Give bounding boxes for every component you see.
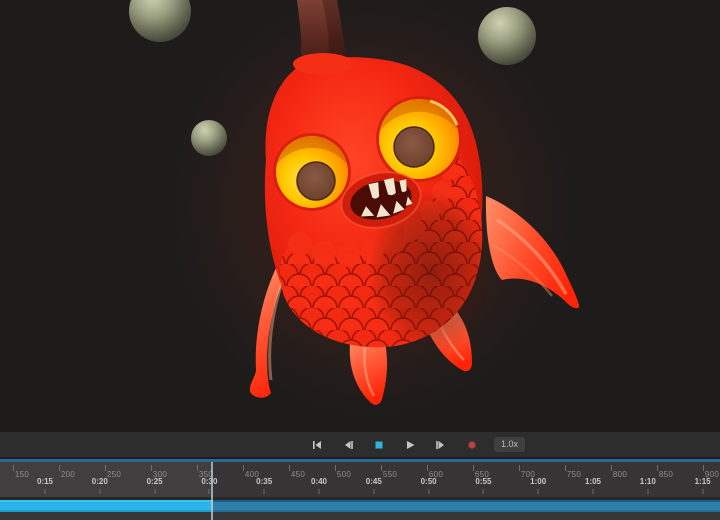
time-tick xyxy=(154,489,155,494)
frame-tick xyxy=(335,465,336,471)
frame-tick xyxy=(611,465,612,471)
skip-to-start-button[interactable] xyxy=(308,436,326,454)
time-label: 0:55 xyxy=(475,477,491,486)
frame-tick xyxy=(289,465,290,471)
time-label: 1:05 xyxy=(585,477,601,486)
bottom-strip xyxy=(0,512,720,520)
frame-tick xyxy=(565,465,566,471)
scene-art xyxy=(0,0,720,432)
time-label: 1:15 xyxy=(695,477,711,486)
time-label: 0:50 xyxy=(421,477,437,486)
timeline-ruler[interactable]: 1502002503003504004505005506006507007508… xyxy=(0,462,720,497)
time-label: 0:45 xyxy=(366,477,382,486)
frame-tick xyxy=(105,465,106,471)
time-tick xyxy=(483,489,484,494)
record-icon xyxy=(466,439,478,451)
time-tick xyxy=(702,489,703,494)
time-label: 0:25 xyxy=(147,477,163,486)
frame-tick xyxy=(519,465,520,471)
progress-played xyxy=(0,500,213,512)
play-button[interactable] xyxy=(401,436,419,454)
step-forward-icon xyxy=(435,439,447,451)
bubble xyxy=(478,7,536,65)
record-button[interactable] xyxy=(463,436,481,454)
frame-label: 750 xyxy=(567,470,581,479)
frame-label: 550 xyxy=(383,470,397,479)
time-tick xyxy=(593,489,594,494)
time-tick xyxy=(319,489,320,494)
time-tick xyxy=(209,489,210,494)
frame-label: 850 xyxy=(659,470,673,479)
time-tick xyxy=(264,489,265,494)
play-icon xyxy=(404,439,416,451)
frame-tick xyxy=(427,465,428,471)
time-tick xyxy=(45,489,46,494)
time-label: 0:35 xyxy=(256,477,272,486)
frame-label: 500 xyxy=(337,470,351,479)
bubble xyxy=(191,120,227,156)
skip-to-start-icon xyxy=(311,439,323,451)
frame-label: 200 xyxy=(61,470,75,479)
right-eye xyxy=(376,96,462,182)
time-label: 0:15 xyxy=(37,477,53,486)
playback-controls-bar: 1.0x xyxy=(0,432,720,457)
step-backward-button[interactable] xyxy=(339,436,357,454)
time-tick xyxy=(647,489,648,494)
step-forward-button[interactable] xyxy=(432,436,450,454)
time-tick xyxy=(428,489,429,494)
time-tick xyxy=(99,489,100,494)
playhead[interactable] xyxy=(211,462,213,520)
timeline: 1502002503003504004505005506006507007508… xyxy=(0,462,720,520)
frame-tick xyxy=(197,465,198,471)
frame-tick xyxy=(59,465,60,471)
stop-icon xyxy=(373,439,385,451)
left-eye xyxy=(273,133,351,211)
frame-tick xyxy=(381,465,382,471)
time-label: 0:40 xyxy=(311,477,327,486)
animation-preview-app: 1.0x 15020025030035040045050055060065070… xyxy=(0,0,720,520)
time-label: 0:30 xyxy=(201,477,217,486)
time-label: 1:00 xyxy=(530,477,546,486)
frame-label: 450 xyxy=(291,470,305,479)
preview-canvas[interactable] xyxy=(0,0,720,432)
frame-tick xyxy=(473,465,474,471)
time-tick xyxy=(373,489,374,494)
frame-label: 800 xyxy=(613,470,627,479)
time-label: 0:20 xyxy=(92,477,108,486)
progress-bar[interactable] xyxy=(0,500,720,512)
playback-speed-button[interactable]: 1.0x xyxy=(494,437,525,452)
frame-tick xyxy=(151,465,152,471)
frame-label: 150 xyxy=(15,470,29,479)
step-backward-icon xyxy=(342,439,354,451)
frame-tick xyxy=(703,465,704,471)
frame-tick xyxy=(243,465,244,471)
frame-tick xyxy=(13,465,14,471)
frame-label: 250 xyxy=(107,470,121,479)
time-tick xyxy=(538,489,539,494)
stop-button[interactable] xyxy=(370,436,388,454)
time-label: 1:10 xyxy=(640,477,656,486)
frame-tick xyxy=(657,465,658,471)
collar xyxy=(293,53,353,75)
